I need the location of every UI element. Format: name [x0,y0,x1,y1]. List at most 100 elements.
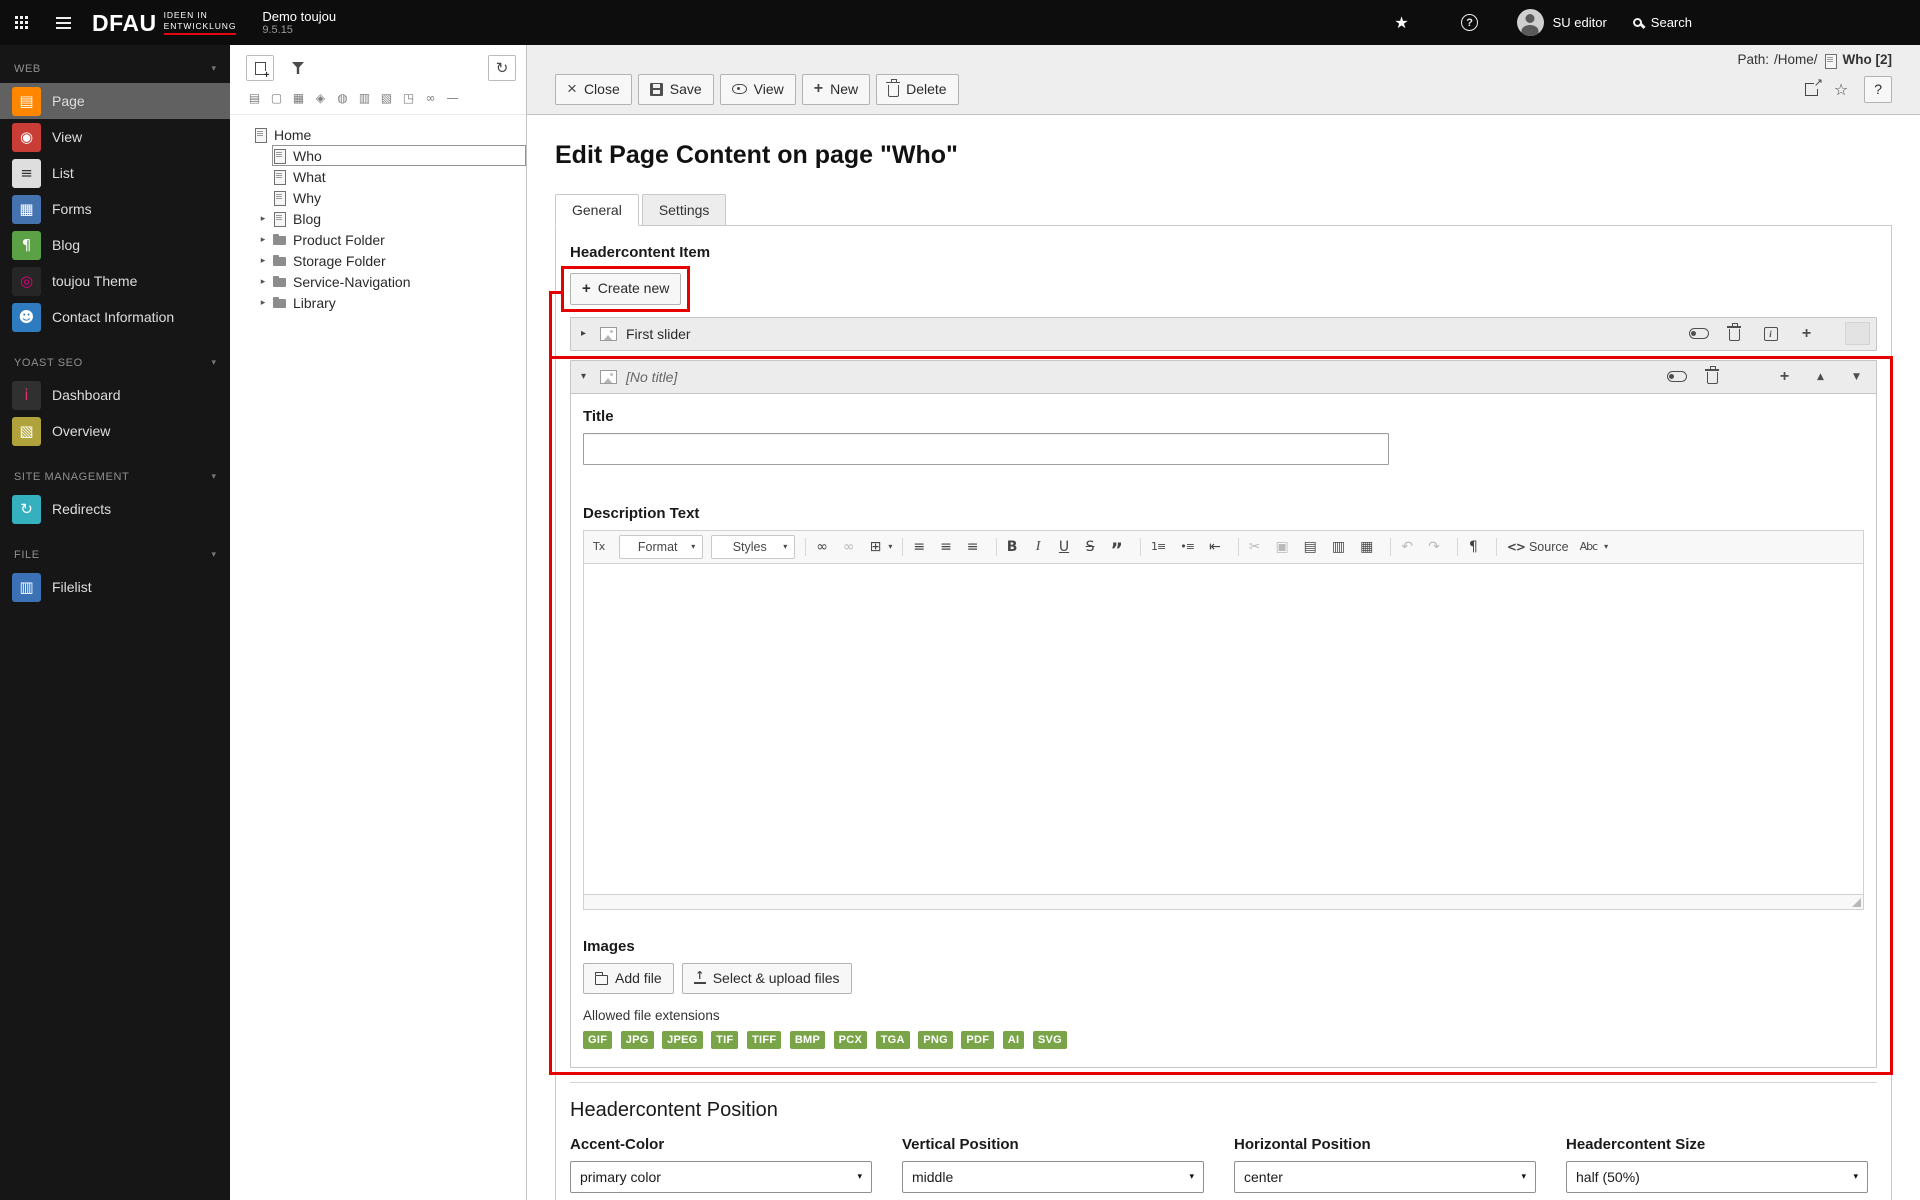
new-record-after-button[interactable]: + [1793,321,1820,346]
strike-icon[interactable]: S [1082,535,1106,559]
redo-icon[interactable]: ↷ [1425,535,1450,559]
divider-icon[interactable]: — [444,89,461,106]
move-down-button[interactable]: ▼ [1843,364,1870,389]
copy-icon[interactable]: ▣ [1272,535,1298,559]
toggle-visibility-button[interactable] [1663,364,1690,389]
mountpoint-icon[interactable]: ◍ [334,89,351,106]
editor-toolbar-item[interactable] [1495,537,1497,556]
bullet-list-icon[interactable]: •≡ [1177,535,1204,559]
align-left-icon[interactable]: ≡ [910,535,935,559]
tab-settings[interactable]: Settings [641,194,727,226]
align-right-icon[interactable]: ≡ [964,535,989,559]
search-button[interactable]: Search [1632,15,1692,30]
sidebar-item-contact-information[interactable]: ☻ Contact Information [0,299,230,335]
headercontent-size-select[interactable]: half (50%) ▾ [1566,1161,1868,1193]
tree-expander-icon[interactable]: ▸ [254,235,272,245]
sidebar-item-view[interactable]: ◉ View [0,119,230,155]
paste-from-word-icon[interactable]: ▥ [1329,535,1355,559]
tree-item-why[interactable]: Why [230,187,526,208]
sidebar-item-page[interactable]: ▤ Page [0,83,230,119]
cut-icon[interactable]: ✂ [1246,535,1271,559]
backend-layout-icon[interactable]: ▢ [268,89,285,106]
create-new-button[interactable]: + Create new [570,273,682,305]
menu-section-header[interactable]: SITE MANAGEMENT ▾ [0,463,230,491]
editor-toolbar-item[interactable] [1390,537,1392,556]
paste-icon[interactable]: ▤ [1301,535,1327,559]
sysfolder-icon[interactable]: ▧ [378,89,395,106]
blockquote-icon[interactable]: ” [1108,535,1134,560]
link-icon[interactable]: ∞ [813,535,838,559]
tree-item-home[interactable]: Home [230,124,526,145]
page-icon[interactable]: ▤ [246,89,263,106]
editor-toolbar-item[interactable] [902,537,904,556]
new-button[interactable]: New [801,73,871,105]
styles-select[interactable]: Styles ▾ [711,534,796,559]
tree-expander-icon[interactable]: ▸ [254,214,272,224]
toggle-visibility-button[interactable] [1685,321,1712,346]
rich-text-editor-area[interactable] [584,563,1863,894]
underline-icon[interactable]: U [1056,535,1080,559]
table-icon[interactable]: ⊞ ▾ [867,535,896,559]
info-button[interactable]: i [1757,321,1784,346]
open-in-new-window-icon[interactable] [1804,75,1823,96]
tree-item-service-navigation[interactable]: ▸ Service-Navigation [230,271,526,292]
tab-general[interactable]: General [555,194,639,226]
resize-grip-icon[interactable] [1852,897,1861,907]
title-input[interactable] [583,432,1389,465]
favorites-button[interactable]: ★ [1381,0,1423,45]
close-button[interactable]: Close [555,73,632,105]
editor-toolbar-item[interactable] [1456,537,1458,556]
tree-expander-icon[interactable]: ▸ [254,298,272,308]
save-button[interactable]: Save [637,73,714,105]
horizontal-position-select[interactable]: center ▾ [1234,1161,1536,1193]
editor-toolbar-item[interactable] [995,537,997,556]
view-button[interactable]: View [719,73,796,105]
editor-toolbar-item[interactable] [1237,537,1239,556]
refresh-tree-button[interactable]: ↻ [488,55,516,81]
record-header[interactable]: ▸ First slider i + [571,317,1876,350]
tree-item-who[interactable]: Who [230,145,526,166]
bookmark-icon[interactable]: ☆ [1834,80,1848,99]
new-record-after-button[interactable]: + [1771,364,1798,389]
ordered-list-icon[interactable]: 1≡ [1148,535,1175,559]
outdent-icon[interactable]: ⇤ [1206,535,1231,559]
editor-toolbar-item[interactable] [1140,537,1142,556]
recycler-icon[interactable]: ◳ [400,89,417,106]
delete-record-button[interactable] [1699,364,1726,389]
delete-record-button[interactable] [1721,321,1748,346]
spellcheck-icon[interactable]: Abc ▾ [1577,535,1612,559]
tree-item-library[interactable]: ▸ Library [230,292,526,313]
new-page-button[interactable] [246,55,274,81]
tree-expander-icon[interactable]: ▸ [254,256,272,266]
shortcut-page-icon[interactable]: ◈ [312,89,329,106]
modules-grid-button[interactable] [0,0,42,45]
paste-as-text-icon[interactable]: ▦ [1357,535,1383,559]
content-grid-icon[interactable]: ▦ [290,89,307,106]
select-upload-files-button[interactable]: Select & upload files [681,962,852,994]
toolbar-list-button[interactable] [42,0,84,45]
editor-toolbar-item[interactable] [805,537,807,556]
sidebar-item-list[interactable]: ≡ List [0,155,230,191]
show-blocks-icon[interactable]: ¶ [1465,535,1489,559]
spacer-icon[interactable]: ▥ [356,89,373,106]
sidebar-item-blog[interactable]: ¶ Blog [0,227,230,263]
sidebar-item-forms[interactable]: ▦ Forms [0,191,230,227]
sidebar-item-dashboard[interactable]: i Dashboard [0,377,230,413]
undo-icon[interactable]: ↶ [1398,535,1423,559]
tree-item-product-folder[interactable]: ▸ Product Folder [230,229,526,250]
add-file-button[interactable]: Add file [583,962,674,994]
menu-section-header[interactable]: FILE ▾ [0,541,230,569]
tree-item-storage-folder[interactable]: ▸ Storage Folder [230,250,526,271]
bold-icon[interactable]: B [1004,535,1028,559]
link-icon[interactable]: ∞ [422,89,439,106]
align-center-icon[interactable]: ≡ [937,535,962,559]
source-icon[interactable]: <> Source [1504,535,1575,559]
record-header[interactable]: ▾ [No title] + ▲ ▼ [571,360,1876,393]
help-button[interactable]: ? [1449,0,1491,45]
italic-icon[interactable]: I [1030,535,1054,559]
sidebar-item-toujou-theme[interactable]: ◎ toujou Theme [0,263,230,299]
filter-button[interactable] [284,55,312,81]
format-select[interactable]: Format ▾ [619,534,704,559]
tree-expander-icon[interactable]: ▸ [254,277,272,287]
user-menu[interactable]: SU editor [1516,9,1607,36]
